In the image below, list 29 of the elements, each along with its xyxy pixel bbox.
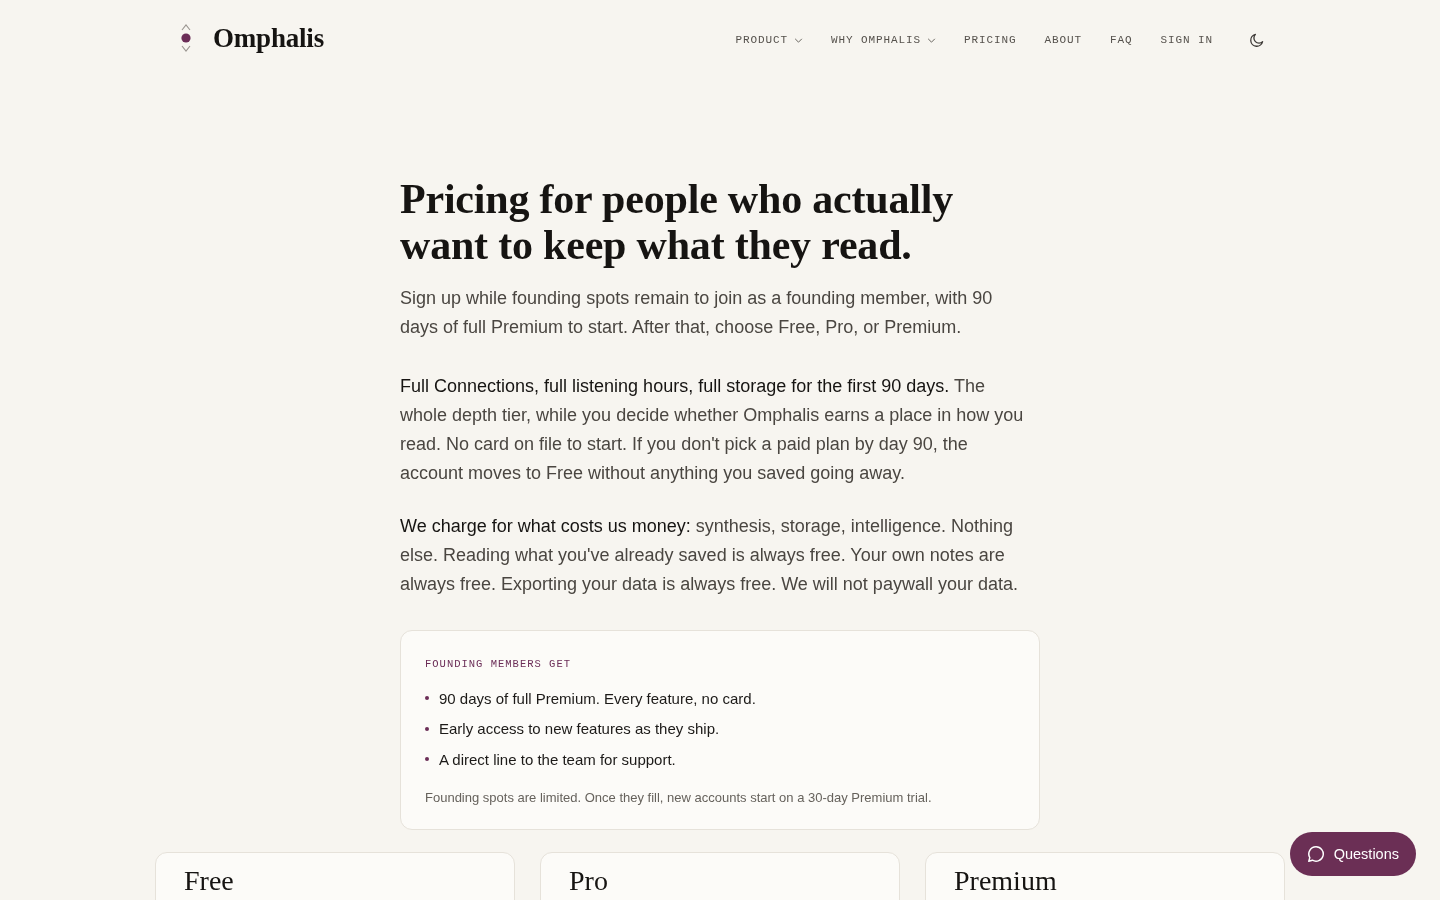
plan-name: Free: [184, 864, 235, 897]
nav-link[interactable]: ABOUT: [1044, 34, 1082, 46]
body-paragraph: Full Connections, full listening hours, full storage for the first 90 days. The whole depth tier, while you decide whether Omphalis earns a place in how you read. No card on file to start. If you don't pick a paid plan by day 90, the account moves to Free without anything you saved going away.: [400, 375, 1025, 485]
bullet-icon: [425, 696, 429, 701]
nav-link[interactable]: SIGN IN: [1160, 34, 1213, 46]
questions-button[interactable]: Questions: [1289, 832, 1416, 876]
nav-menu[interactable]: PRODUCT: [735, 34, 803, 46]
bullet-icon: [425, 757, 429, 762]
benefit-text: Early access to new features as they ship.: [439, 720, 720, 738]
nav-link[interactable]: FAQ: [1109, 34, 1133, 46]
nav-link[interactable]: PRICING: [963, 34, 1017, 46]
dark-mode-toggle[interactable]: [1249, 32, 1265, 48]
card-note: Founding spots are limited. Once they fill, new accounts start on a 30-day Premium trial.: [425, 788, 933, 807]
chat-bubble-icon: [1306, 845, 1325, 863]
chevron-down-icon: [926, 37, 936, 43]
intro-text: Sign up while founding spots remain to join as a founding member, with 90 days of full Premium to start. After that, choose Free, Pro, or Premium.: [400, 287, 994, 339]
plan-name: Pro: [569, 864, 609, 897]
bullet-icon: [425, 726, 429, 731]
nav-menu[interactable]: WHY OMPHALIS: [830, 34, 936, 46]
brand-name: Omphalis: [213, 22, 324, 54]
chevron-down-icon: [793, 37, 803, 43]
moon-icon: [1249, 32, 1265, 48]
logo-icon: [179, 23, 193, 53]
benefit-text: A direct line to the team for support.: [439, 750, 676, 768]
card-label: FOUNDING MEMBERS GET: [425, 657, 573, 671]
body-paragraph: We charge for what costs us money: synthesis, storage, intelligence. Nothing else. Reading what you've already saved is always free. Your own notes are always free. Exporting your data is always free. We will not paywall your data.: [400, 515, 1019, 596]
benefit-text: 90 days of full Premium. Every feature, no card.: [439, 689, 756, 707]
plan-name: Premium: [954, 864, 1058, 897]
page-heading: Pricing for people who actually want to keep what they read.: [400, 176, 954, 268]
